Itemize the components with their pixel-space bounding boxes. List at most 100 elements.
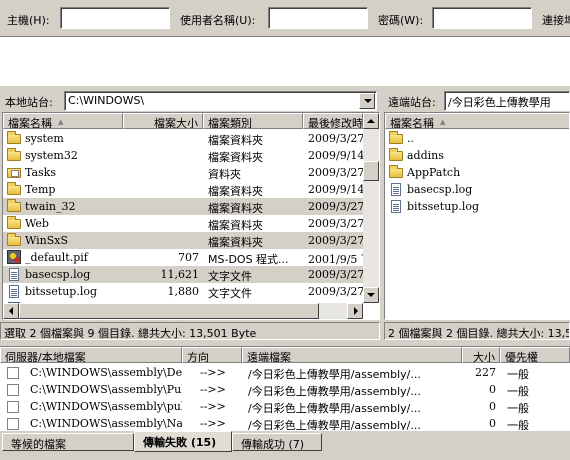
folder-icon (7, 233, 21, 246)
remote-file-row[interactable]: .. (385, 130, 569, 147)
file-icon (391, 200, 401, 213)
queue-local-file: C:\WINDOWS\assembly\Desk... (30, 366, 182, 379)
local-file-row[interactable]: basecsp.log 11,621 文字文件 2009/3/27 (3, 266, 363, 283)
host-label: 主機(H): (7, 14, 50, 27)
file-type: 檔案資料夾 (208, 134, 263, 147)
tasks-icon (7, 168, 21, 178)
remote-path-combo[interactable]: /今日彩色上傳教學用 (444, 91, 570, 111)
local-file-row[interactable]: system32 檔案資料夾 2009/9/14 (3, 147, 363, 164)
quickconnect-bar: 主機(H): 使用者名稱(U): 密碼(W): 連接埠 (0, 0, 570, 36)
file-type: 檔案資料夾 (208, 151, 263, 164)
folder-icon (7, 148, 21, 161)
file-modified: 2009/3/27 (308, 217, 363, 230)
remote-file-name: .. (407, 132, 414, 145)
queue-row-checkbox[interactable] (7, 384, 19, 396)
queue-local-file: C:\WINDOWS\assembly\pub... (30, 400, 182, 413)
queue-row-checkbox[interactable] (7, 367, 19, 379)
column-filetype[interactable]: 檔案類別 (203, 113, 303, 129)
queue-header: 伺服器/本地檔案 方向 遠端檔案 大小 優先權 (0, 347, 570, 363)
queue-size: 227 (475, 366, 496, 379)
queue-column-size[interactable]: 大小 (462, 347, 500, 363)
file-size: 1,880 (167, 285, 200, 298)
scroll-right-icon[interactable] (347, 303, 363, 319)
local-file-row[interactable]: Tasks 資料夾 2009/3/27 (3, 164, 363, 181)
remote-file-row[interactable]: bitssetup.log (385, 198, 569, 215)
queue-priority: 一般 (507, 385, 529, 398)
hscroll-thumb[interactable] (19, 303, 319, 319)
file-modified: 2009/3/27 (308, 234, 363, 247)
tab-failed-transfers[interactable]: 傳輸失敗 (15) (134, 431, 232, 452)
local-vertical-scrollbar[interactable] (363, 113, 379, 303)
remote-file-row[interactable]: AppPatch (385, 164, 569, 181)
file-name: bitssetup.log (25, 285, 98, 298)
local-file-row[interactable]: WinSxS 檔案資料夾 2009/3/27 (3, 232, 363, 249)
pif-icon (7, 250, 21, 264)
remote-path-value: /今日彩色上傳教學用 (448, 96, 551, 109)
remote-file-name: basecsp.log (407, 183, 473, 196)
queue-row-checkbox[interactable] (7, 418, 19, 430)
file-type: 資料夾 (208, 168, 241, 181)
local-path-combo[interactable]: C:\WINDOWS\ (64, 91, 377, 111)
file-size: 707 (178, 251, 199, 264)
queue-row[interactable]: C:\WINDOWS\assembly\Nati... -->> /今日彩色上傳教學… (0, 415, 570, 430)
file-modified: 2009/3/27 (308, 166, 363, 179)
local-list-header: 檔案名稱 檔案大小 檔案類別 最後修改時 (3, 113, 363, 129)
file-type: MS-DOS 程式... (208, 253, 289, 266)
local-file-row[interactable]: bitssetup.log 1,880 文字文件 2009/3/27 (3, 283, 363, 300)
column-modified[interactable]: 最後修改時 (303, 113, 363, 129)
local-file-list[interactable]: 檔案名稱 檔案大小 檔案類別 最後修改時 system 檔案資料夾 2009/3/2… (2, 112, 380, 320)
file-modified: 2009/9/14 (308, 183, 363, 196)
queue-row[interactable]: C:\WINDOWS\assembly\pub... -->> /今日彩色上傳教學用… (0, 398, 570, 415)
host-input[interactable] (60, 7, 170, 29)
remote-file-list[interactable]: 檔案名稱 .. addins AppPatch basecsp.log bitssetu… (384, 112, 570, 320)
remote-site-bar: 遠端站台: /今日彩色上傳教學用 (384, 90, 570, 112)
tab-successful-transfers[interactable]: 傳輸成功 (7) (232, 433, 322, 451)
local-file-row[interactable]: Temp 檔案資料夾 2009/9/14 (3, 181, 363, 198)
folder-icon (389, 148, 403, 161)
remote-file-row[interactable]: addins (385, 147, 569, 164)
scroll-down-icon[interactable] (363, 287, 379, 303)
scroll-left-icon[interactable] (3, 303, 19, 319)
remote-column-filename[interactable]: 檔案名稱 (385, 113, 569, 129)
queue-column-local[interactable]: 伺服器/本地檔案 (0, 347, 182, 363)
column-filename[interactable]: 檔案名稱 (3, 113, 123, 129)
local-status-bar: 選取 2 個檔案與 9 個目錄. 總共大小: 13,501 Byte (0, 322, 380, 340)
scroll-thumb[interactable] (363, 161, 379, 181)
queue-column-remote[interactable]: 遠端檔案 (242, 347, 462, 363)
remote-file-row[interactable]: basecsp.log (385, 181, 569, 198)
queue-row-checkbox[interactable] (7, 401, 19, 413)
queue-column-priority[interactable]: 優先權 (500, 347, 570, 363)
queue-remote-file: /今日彩色上傳教學用/assembly/... (248, 385, 421, 398)
local-file-row[interactable]: Web 檔案資料夾 2009/3/27 (3, 215, 363, 232)
file-modified: 2009/3/27 (308, 200, 363, 213)
local-horizontal-scrollbar[interactable] (3, 303, 363, 319)
queue-column-direction[interactable]: 方向 (182, 347, 242, 363)
queue-priority: 一般 (507, 419, 529, 430)
queue-row[interactable]: C:\WINDOWS\assembly\Desk... -->> /今日彩色上傳教學… (0, 364, 570, 381)
local-file-row[interactable]: system 檔案資料夾 2009/3/27 (3, 130, 363, 147)
chevron-down-icon[interactable] (359, 93, 375, 109)
queue-size: 0 (489, 400, 496, 413)
remote-list-header: 檔案名稱 (385, 113, 569, 129)
folder-icon (7, 199, 21, 212)
scroll-up-icon[interactable] (363, 113, 379, 129)
username-input[interactable] (268, 7, 368, 29)
local-file-row[interactable]: twain_32 檔案資料夾 2009/3/27 (3, 198, 363, 215)
file-type: 檔案資料夾 (208, 185, 263, 198)
file-name: basecsp.log (25, 268, 91, 281)
password-input[interactable] (432, 7, 532, 29)
queue-row[interactable]: C:\WINDOWS\assembly\Publ... -->> /今日彩色上傳教學… (0, 381, 570, 398)
queue-local-file: C:\WINDOWS\assembly\Publ... (30, 383, 182, 396)
remote-file-name: bitssetup.log (407, 200, 480, 213)
queue-remote-file: /今日彩色上傳教學用/assembly/... (248, 402, 421, 415)
queue-direction: -->> (200, 417, 226, 430)
queue-priority: 一般 (507, 368, 529, 381)
queue-size: 0 (489, 383, 496, 396)
local-site-bar: 本地站台: C:\WINDOWS\ (0, 90, 380, 112)
transfer-queue[interactable]: 伺服器/本地檔案 方向 遠端檔案 大小 優先權 C:\WINDOWS\assem… (0, 346, 570, 430)
local-file-row[interactable]: _default.pif 707 MS-DOS 程式... 2001/9/5 下 (3, 249, 363, 266)
password-label: 密碼(W): (378, 14, 424, 27)
column-filesize[interactable]: 檔案大小 (123, 113, 203, 129)
queue-direction: -->> (200, 400, 226, 413)
tab-queued-files[interactable]: 等候的檔案 (2, 433, 134, 451)
